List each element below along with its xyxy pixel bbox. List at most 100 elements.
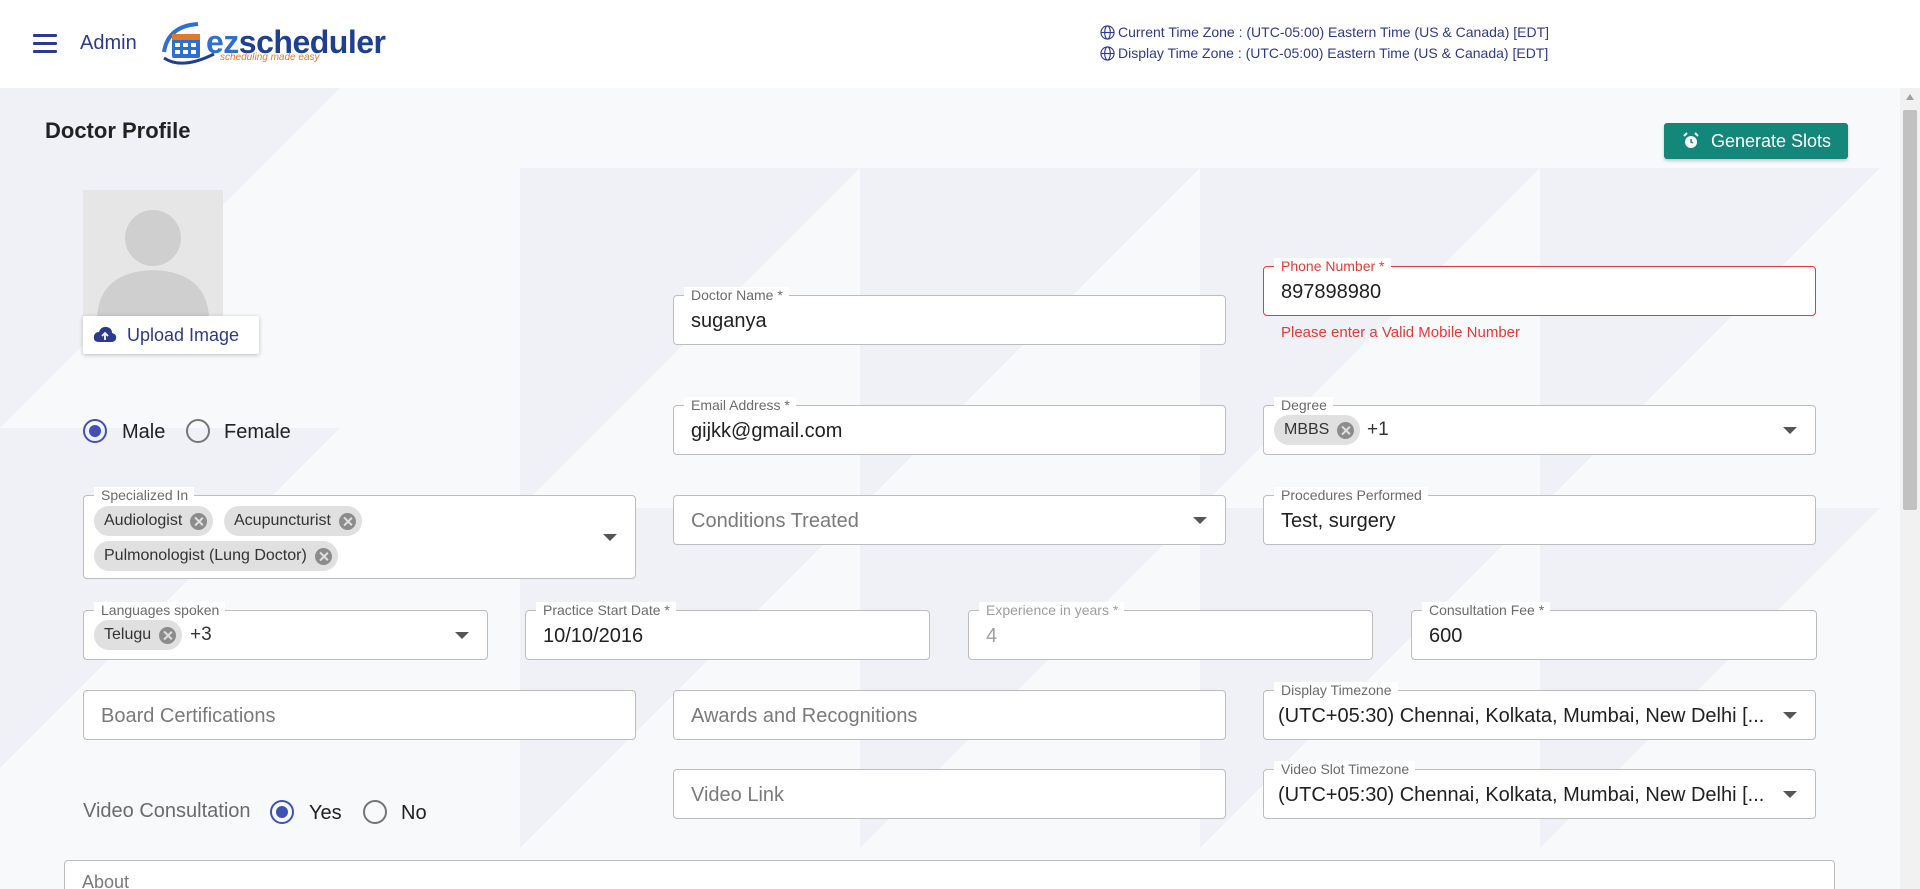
video-consultation-label: Video Consultation [83, 800, 251, 822]
display-timezone-label: Display Timezone [1274, 682, 1398, 698]
cloud-upload-icon [93, 326, 117, 342]
practice-start-value: 10/10/2016 [543, 625, 644, 647]
current-timezone: Current Time Zone : (UTC-05:00) Eastern … [1100, 24, 1549, 40]
consultation-fee-value: 600 [1429, 625, 1463, 647]
video-slot-timezone-label: Video Slot Timezone [1274, 761, 1416, 777]
consultation-fee-label: Consultation Fee * [1422, 602, 1551, 618]
procedures-performed-field[interactable]: Procedures Performed Test, surgery [1263, 487, 1816, 545]
specialty-chip-label: Audiologist [104, 512, 183, 529]
person-placeholder-icon [97, 210, 209, 318]
gender-female-radio[interactable] [186, 419, 210, 443]
experience-field: Experience in years * 4 [968, 602, 1373, 660]
menu-icon[interactable] [33, 34, 57, 54]
video-link-placeholder: Video Link [691, 784, 785, 806]
main-content: Doctor Profile Generate Slots Upload Ima… [0, 88, 1900, 889]
specialty-chip: Audiologist [94, 506, 214, 536]
procedures-value: Test, surgery [1281, 510, 1396, 532]
gender-female-label: Female [224, 421, 291, 443]
email-value: gijkk@gmail.com [691, 420, 843, 442]
awards-field[interactable]: Awards and Recognitions [673, 690, 1226, 740]
generate-slots-label: Generate Slots [1710, 130, 1832, 151]
specialty-chip: Acupuncturist [224, 506, 362, 536]
board-certifications-placeholder: Board Certifications [101, 705, 276, 727]
practice-start-label: Practice Start Date * [536, 602, 676, 618]
about-field[interactable]: About [64, 860, 1835, 889]
doctor-name-label: Doctor Name * [684, 287, 789, 303]
board-certifications-field[interactable]: Board Certifications [83, 690, 636, 740]
chip-remove-icon[interactable] [190, 512, 208, 530]
page-title: Doctor Profile [45, 118, 191, 143]
dropdown-arrow-icon[interactable] [603, 534, 617, 541]
specialized-in-select[interactable]: Specialized In Audiologist Acupuncturist… [83, 487, 636, 579]
specialty-chip-label: Pulmonologist (Lung Doctor) [104, 547, 307, 564]
dropdown-arrow-icon[interactable] [1783, 791, 1797, 798]
degree-label: Degree [1274, 397, 1333, 413]
video-link-field[interactable]: Video Link [673, 769, 1226, 819]
consultation-fee-field[interactable]: Consultation Fee * 600 [1411, 602, 1817, 660]
conditions-treated-placeholder: Conditions Treated [691, 510, 859, 532]
language-chip: Telugu [94, 620, 183, 650]
doctor-name-value: suganya [691, 310, 767, 332]
experience-value: 4 [986, 625, 998, 647]
display-timezone-select[interactable]: Display Timezone (UTC+05:30) Chennai, Ko… [1263, 682, 1816, 740]
specialty-chip-label: Acupuncturist [234, 512, 331, 529]
gender-male-radio[interactable] [83, 419, 107, 443]
current-timezone-text: Current Time Zone : (UTC-05:00) Eastern … [1118, 24, 1550, 40]
phone-number-field[interactable]: Phone Number * 897898980 [1263, 258, 1816, 316]
dropdown-arrow-icon[interactable] [455, 632, 469, 639]
alarm-icon [1683, 132, 1699, 148]
video-no-label: No [401, 802, 427, 824]
languages-more-count: +3 [190, 624, 212, 645]
dropdown-arrow-icon[interactable] [1783, 427, 1797, 434]
languages-label: Languages spoken [94, 602, 226, 618]
chip-remove-icon[interactable] [314, 547, 332, 565]
video-slot-timezone-select[interactable]: Video Slot Timezone (UTC+05:30) Chennai,… [1263, 761, 1816, 819]
email-label: Email Address * [684, 397, 796, 413]
display-timezone-text: Display Time Zone : (UTC-05:00) Eastern … [1118, 45, 1549, 61]
scrollbar-thumb[interactable] [1903, 110, 1917, 510]
chip-remove-icon[interactable] [338, 512, 356, 530]
vertical-scrollbar[interactable] [1900, 88, 1920, 889]
ezscheduler-logo[interactable]: ezscheduler scheduling made easy [158, 18, 386, 68]
dropdown-arrow-icon[interactable] [1193, 517, 1207, 524]
procedures-label: Procedures Performed [1274, 487, 1428, 503]
admin-label: Admin [80, 32, 137, 54]
degree-chip: MBBS [1274, 415, 1361, 445]
globe-icon [1100, 45, 1115, 61]
generate-slots-button[interactable]: Generate Slots [1664, 123, 1848, 159]
app-header: Admin ezscheduler scheduling made easy C… [0, 0, 1920, 88]
phone-error-message: Please enter a Valid Mobile Number [1281, 324, 1521, 341]
upload-image-button[interactable]: Upload Image [83, 316, 259, 354]
doctor-name-field[interactable]: Doctor Name * suganya [673, 287, 1226, 345]
experience-label: Experience in years * [979, 602, 1125, 618]
specialty-chip: Pulmonologist (Lung Doctor) [94, 541, 338, 571]
video-yes-label: Yes [309, 802, 342, 824]
gender-male-label: Male [122, 421, 166, 443]
video-no-radio[interactable] [363, 800, 387, 824]
about-placeholder: About [82, 872, 130, 889]
chip-remove-icon[interactable] [159, 626, 177, 644]
phone-number-label: Phone Number * [1274, 258, 1391, 274]
chip-remove-icon[interactable] [1337, 421, 1355, 439]
awards-placeholder: Awards and Recognitions [691, 705, 918, 727]
display-timezone: Display Time Zone : (UTC-05:00) Eastern … [1100, 45, 1548, 61]
email-field[interactable]: Email Address * gijkk@gmail.com [673, 397, 1226, 455]
phone-number-value: 897898980 [1281, 281, 1382, 303]
language-chip-label: Telugu [104, 626, 152, 643]
display-timezone-value: (UTC+05:30) Chennai, Kolkata, Mumbai, Ne… [1278, 705, 1765, 727]
degree-select[interactable]: Degree MBBS +1 [1263, 397, 1816, 455]
globe-icon [1100, 24, 1115, 40]
degree-chip-label: MBBS [1284, 421, 1330, 438]
scroll-up-arrow-icon[interactable] [1906, 94, 1914, 100]
languages-select[interactable]: Languages spoken Telugu +3 [83, 602, 488, 660]
doctor-avatar [83, 190, 223, 318]
dropdown-arrow-icon[interactable] [1783, 712, 1797, 719]
degree-more-count: +1 [1367, 419, 1389, 440]
logo-tagline: scheduling made easy [220, 52, 320, 63]
video-yes-radio[interactable] [270, 800, 294, 824]
video-slot-timezone-value: (UTC+05:30) Chennai, Kolkata, Mumbai, Ne… [1278, 784, 1765, 806]
specialized-in-label: Specialized In [94, 487, 195, 503]
practice-start-date-field[interactable]: Practice Start Date * 10/10/2016 [525, 602, 930, 660]
conditions-treated-select[interactable]: Conditions Treated [673, 495, 1226, 545]
upload-image-label: Upload Image [127, 324, 240, 345]
